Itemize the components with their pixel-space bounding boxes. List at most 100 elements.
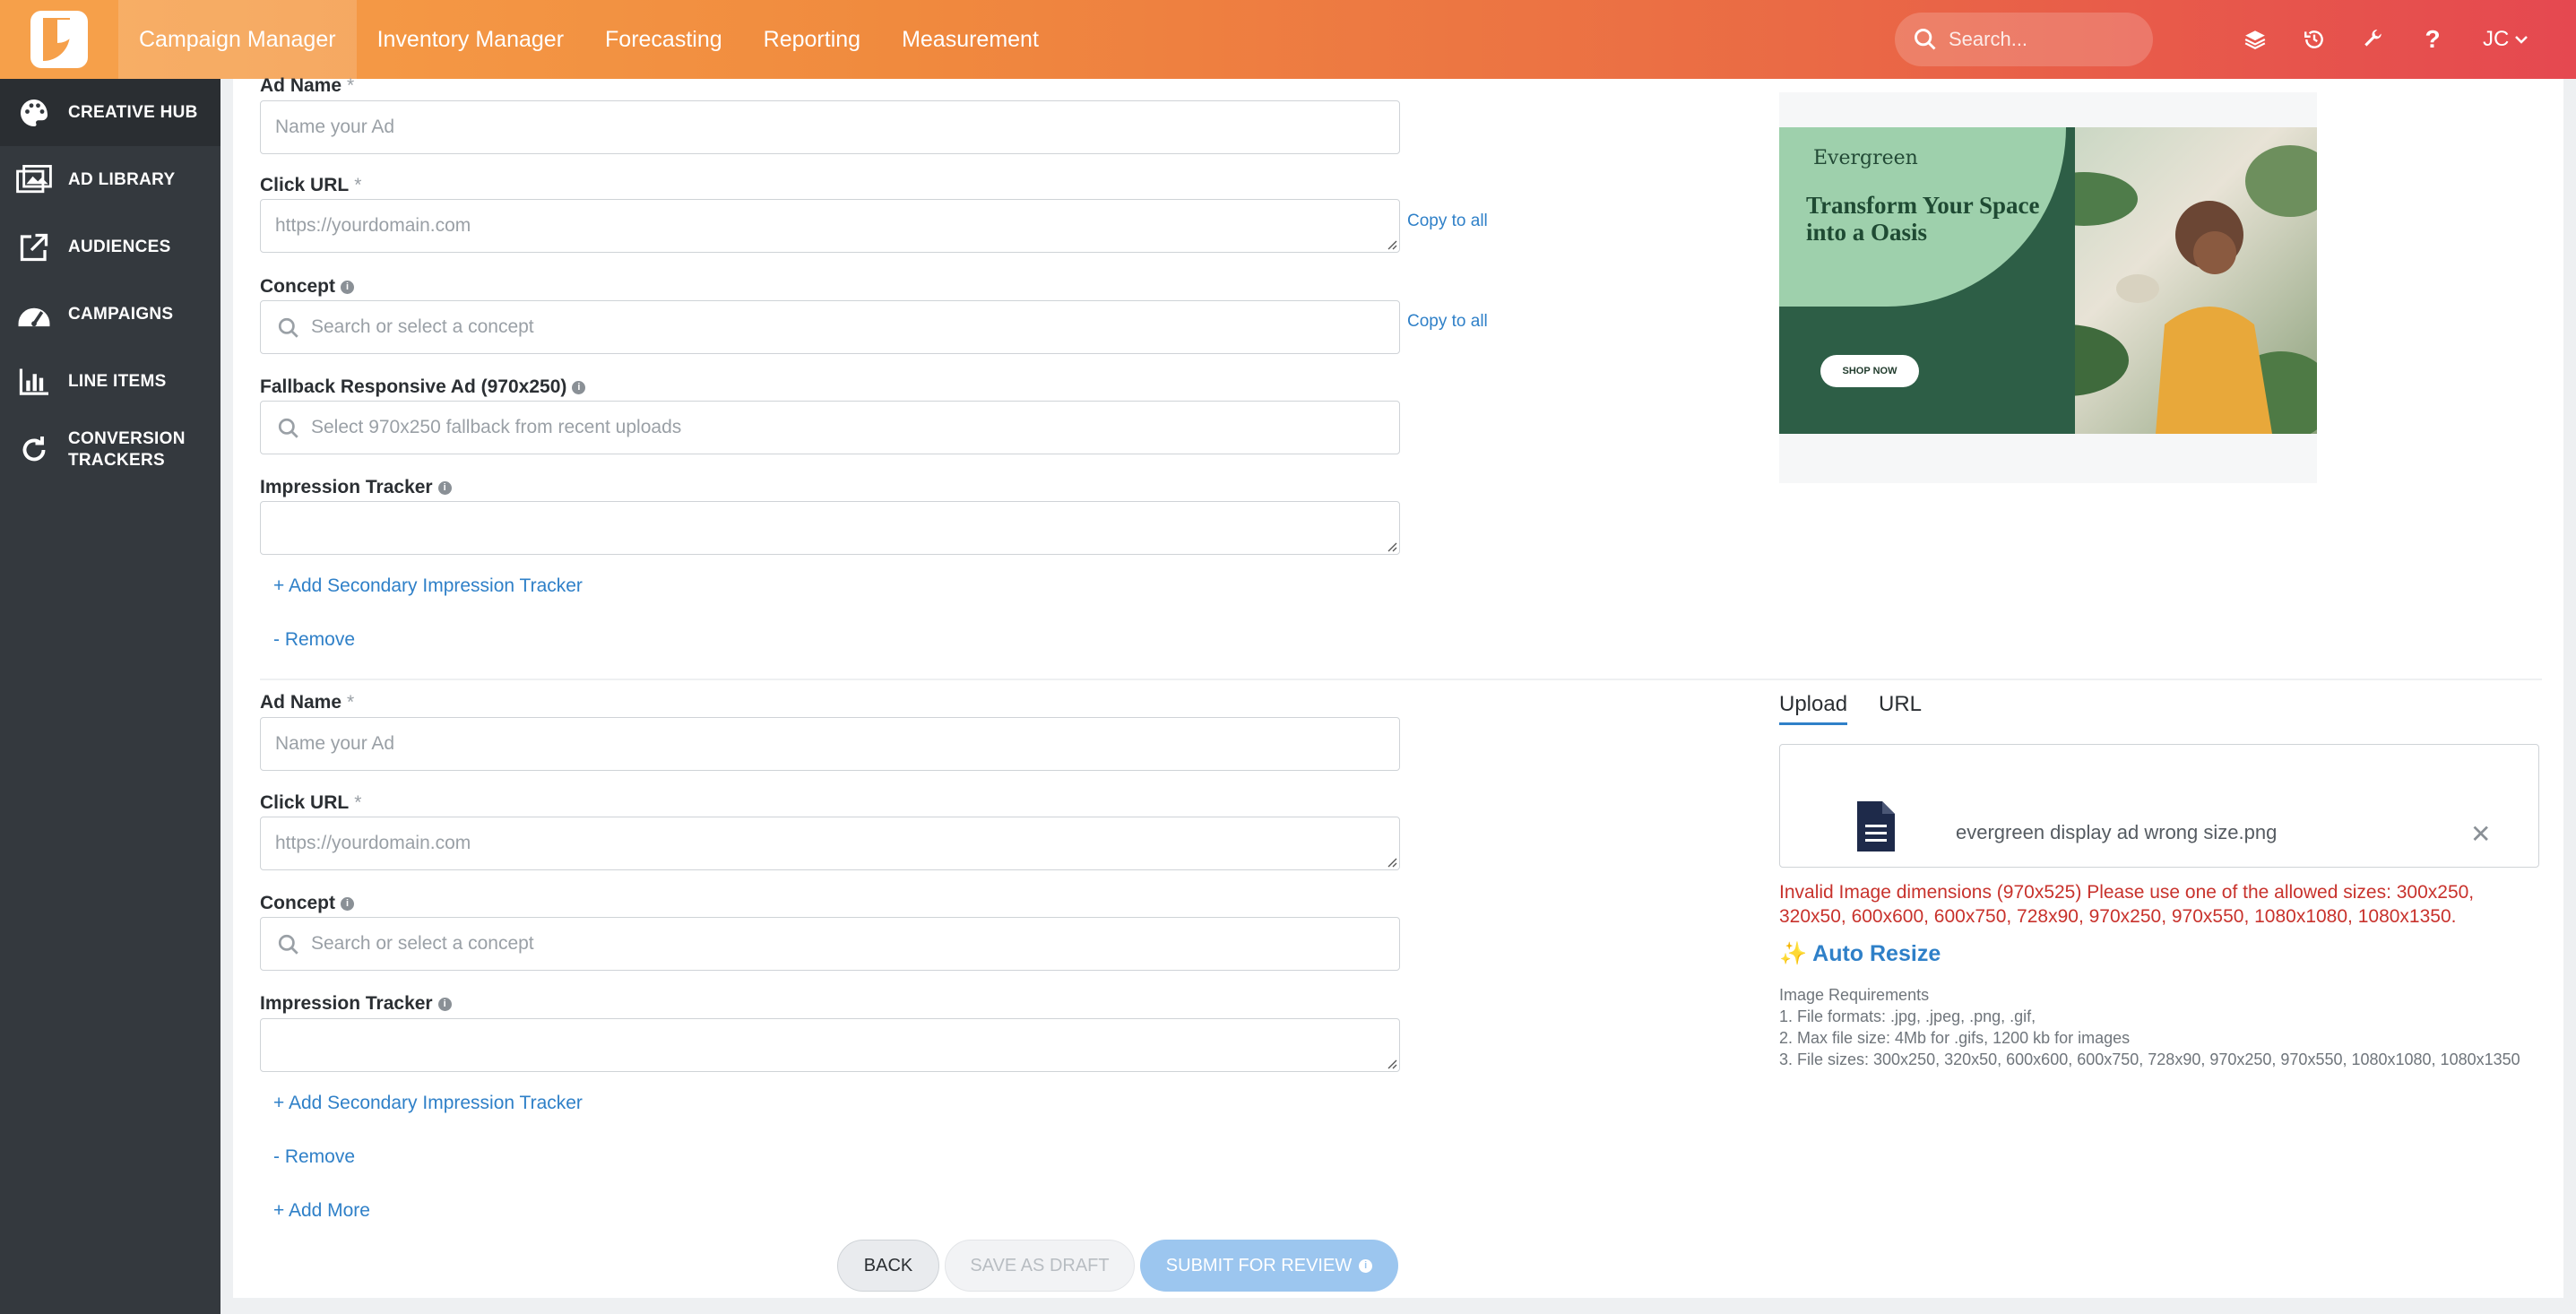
save-as-draft-button[interactable]: SAVE AS DRAFT: [945, 1240, 1135, 1292]
sidebar-item-campaigns[interactable]: CAMPAIGNS: [0, 281, 220, 348]
requirements-title: Image Requirements: [1779, 986, 1930, 1004]
resize-handle-icon[interactable]: [1385, 1057, 1397, 1069]
ad1-impression-tracker-label: Impression Tracker i: [260, 477, 452, 498]
sidebar-item-label: CAMPAIGNS: [68, 304, 174, 324]
ad2-remove-link[interactable]: - Remove: [273, 1146, 355, 1168]
sidebar-item-label: LINE ITEMS: [68, 371, 167, 391]
requirement-item: 2. Max file size: 4Mb for .gifs, 1200 kb…: [1779, 1029, 2131, 1047]
info-icon: i: [1359, 1258, 1373, 1273]
uploaded-file-name: evergreen display ad wrong size.png: [1956, 821, 2278, 843]
resize-handle-icon[interactable]: [1385, 540, 1397, 552]
search-placeholder: Search...: [1949, 28, 2028, 50]
layers-icon[interactable]: [2237, 22, 2273, 57]
ad1-click-url-label: Click URL *: [260, 175, 362, 195]
info-icon: i: [572, 380, 586, 394]
ad-left-panel: Evergreen Transform Your Space into a Oa…: [1779, 127, 2075, 434]
sidebar-item-line-items[interactable]: LINE ITEMS: [0, 348, 220, 415]
ad2-click-url-label: Click URL *: [260, 792, 362, 813]
image-requirements: Image Requirements 1. File formats: .jpg…: [1779, 984, 2520, 1070]
external-link-icon: [14, 229, 54, 265]
help-icon[interactable]: ?: [2415, 22, 2451, 57]
ad2-impression-tracker-label: Impression Tracker i: [260, 993, 452, 1015]
ad-preview-image: Evergreen Transform Your Space into a Oa…: [1779, 127, 2317, 434]
sidebar-item-ad-library[interactable]: AD LIBRARY: [0, 146, 220, 213]
image-library-icon: [14, 162, 54, 198]
history-icon[interactable]: [2296, 22, 2332, 57]
ad1-remove-link[interactable]: - Remove: [273, 629, 355, 651]
tab-upload[interactable]: Upload: [1779, 692, 1848, 725]
nav-inventory-manager[interactable]: Inventory Manager: [357, 0, 584, 79]
ad-photo-area: [2003, 127, 2317, 434]
global-search-input[interactable]: Search...: [1895, 13, 2153, 66]
ad1-click-url-copy-to-all[interactable]: Copy to all: [1407, 212, 1488, 231]
ad2-concept-search[interactable]: Search or select a concept: [260, 917, 1400, 971]
info-icon: i: [437, 480, 452, 495]
image-dimension-error: Invalid Image dimensions (970x525) Pleas…: [1779, 882, 2475, 927]
info-icon: i: [341, 896, 354, 911]
app-logo[interactable]: [0, 0, 118, 79]
tab-url[interactable]: URL: [1879, 692, 1922, 717]
sidebar-item-label: AD LIBRARY: [68, 169, 176, 189]
wrench-icon[interactable]: [2356, 22, 2391, 57]
requirement-item: 3. File sizes: 300x250, 320x50, 600x600,…: [1779, 1050, 2520, 1068]
search-icon: [278, 418, 298, 438]
user-initials: JC: [2483, 27, 2510, 51]
sidebar-item-label: CREATIVE HUB: [68, 102, 198, 122]
sidebar: CREATIVE HUB AD LIBRARY AUDIENCES CAMPAI…: [0, 79, 220, 1314]
ad2-impression-tracker-input[interactable]: [260, 1018, 1400, 1072]
back-button[interactable]: BACK: [837, 1240, 939, 1292]
bar-chart-icon: [14, 364, 54, 400]
search-icon: [1915, 29, 1936, 50]
ad-cta-button: SHOP NOW: [1820, 355, 1919, 387]
ad1-fallback-label: Fallback Responsive Ad (970x250) i: [260, 376, 586, 398]
user-menu[interactable]: JC: [2483, 22, 2528, 57]
section-divider: [260, 679, 2542, 680]
ad1-concept-search[interactable]: Search or select a concept: [260, 300, 1400, 354]
ad-brand-name: Evergreen: [1813, 147, 1918, 169]
add-more-link[interactable]: + Add More: [273, 1200, 370, 1222]
ad2-click-url-input[interactable]: https://yourdomain.com: [260, 817, 1400, 870]
ad2-add-secondary-tracker-link[interactable]: + Add Secondary Impression Tracker: [273, 1093, 583, 1114]
sidebar-item-conversion-trackers[interactable]: CONVERSION TRACKERS: [0, 415, 220, 485]
sparkles-icon: ✨: [1779, 941, 1808, 966]
sidebar-item-creative-hub[interactable]: CREATIVE HUB: [0, 79, 220, 146]
ad1-ad-name-label: Ad Name *: [260, 75, 355, 96]
top-nav-bar: Campaign Manager Inventory Manager Forec…: [0, 0, 2576, 79]
ad1-concept-label: Concept i: [260, 276, 354, 298]
ad2-ad-name-label: Ad Name *: [260, 692, 355, 713]
chevron-down-icon: [2515, 36, 2528, 44]
sidebar-item-label: CONVERSION TRACKERS: [68, 429, 186, 470]
submit-for-review-button[interactable]: SUBMIT FOR REVIEW i: [1140, 1240, 1398, 1292]
sidebar-item-audiences[interactable]: AUDIENCES: [0, 213, 220, 281]
info-icon: i: [437, 997, 452, 1011]
palette-icon: [14, 95, 54, 131]
logo-mark-icon: [30, 11, 88, 68]
search-icon: [278, 317, 298, 338]
search-icon: [278, 934, 298, 955]
ad2-concept-label: Concept i: [260, 893, 354, 914]
auto-resize-label: Auto Resize: [1812, 941, 1941, 966]
info-icon: i: [341, 280, 354, 294]
close-icon[interactable]: ✕: [2470, 819, 2491, 849]
nav-campaign-manager[interactable]: Campaign Manager: [118, 0, 357, 79]
dashboard-icon: [14, 297, 54, 333]
nav-measurement[interactable]: Measurement: [881, 0, 1059, 79]
resize-handle-icon[interactable]: [1385, 855, 1397, 868]
nav-forecasting[interactable]: Forecasting: [584, 0, 743, 79]
ad2-ad-name-input[interactable]: Name your Ad: [260, 717, 1400, 771]
ad-headline: Transform Your Space into a Oasis: [1806, 192, 2040, 246]
sidebar-item-label: AUDIENCES: [68, 237, 171, 256]
resize-handle-icon[interactable]: [1385, 238, 1397, 250]
ad1-impression-tracker-input[interactable]: [260, 501, 1400, 555]
ad1-click-url-input[interactable]: https://yourdomain.com: [260, 199, 1400, 253]
auto-resize-button[interactable]: ✨ Auto Resize: [1779, 941, 1941, 967]
ad1-ad-name-input[interactable]: Name your Ad: [260, 100, 1400, 154]
ad1-fallback-search[interactable]: Select 970x250 fallback from recent uplo…: [260, 401, 1400, 454]
refresh-icon: [14, 432, 54, 468]
submit-label: SUBMIT FOR REVIEW: [1165, 1255, 1353, 1275]
file-document-icon: [1857, 801, 1895, 852]
ad1-add-secondary-tracker-link[interactable]: + Add Secondary Impression Tracker: [273, 575, 583, 597]
ad1-concept-copy-to-all[interactable]: Copy to all: [1407, 312, 1488, 332]
nav-reporting[interactable]: Reporting: [743, 0, 881, 79]
requirement-item: 1. File formats: .jpg, .jpeg, .png, .gif…: [1779, 1007, 2036, 1025]
